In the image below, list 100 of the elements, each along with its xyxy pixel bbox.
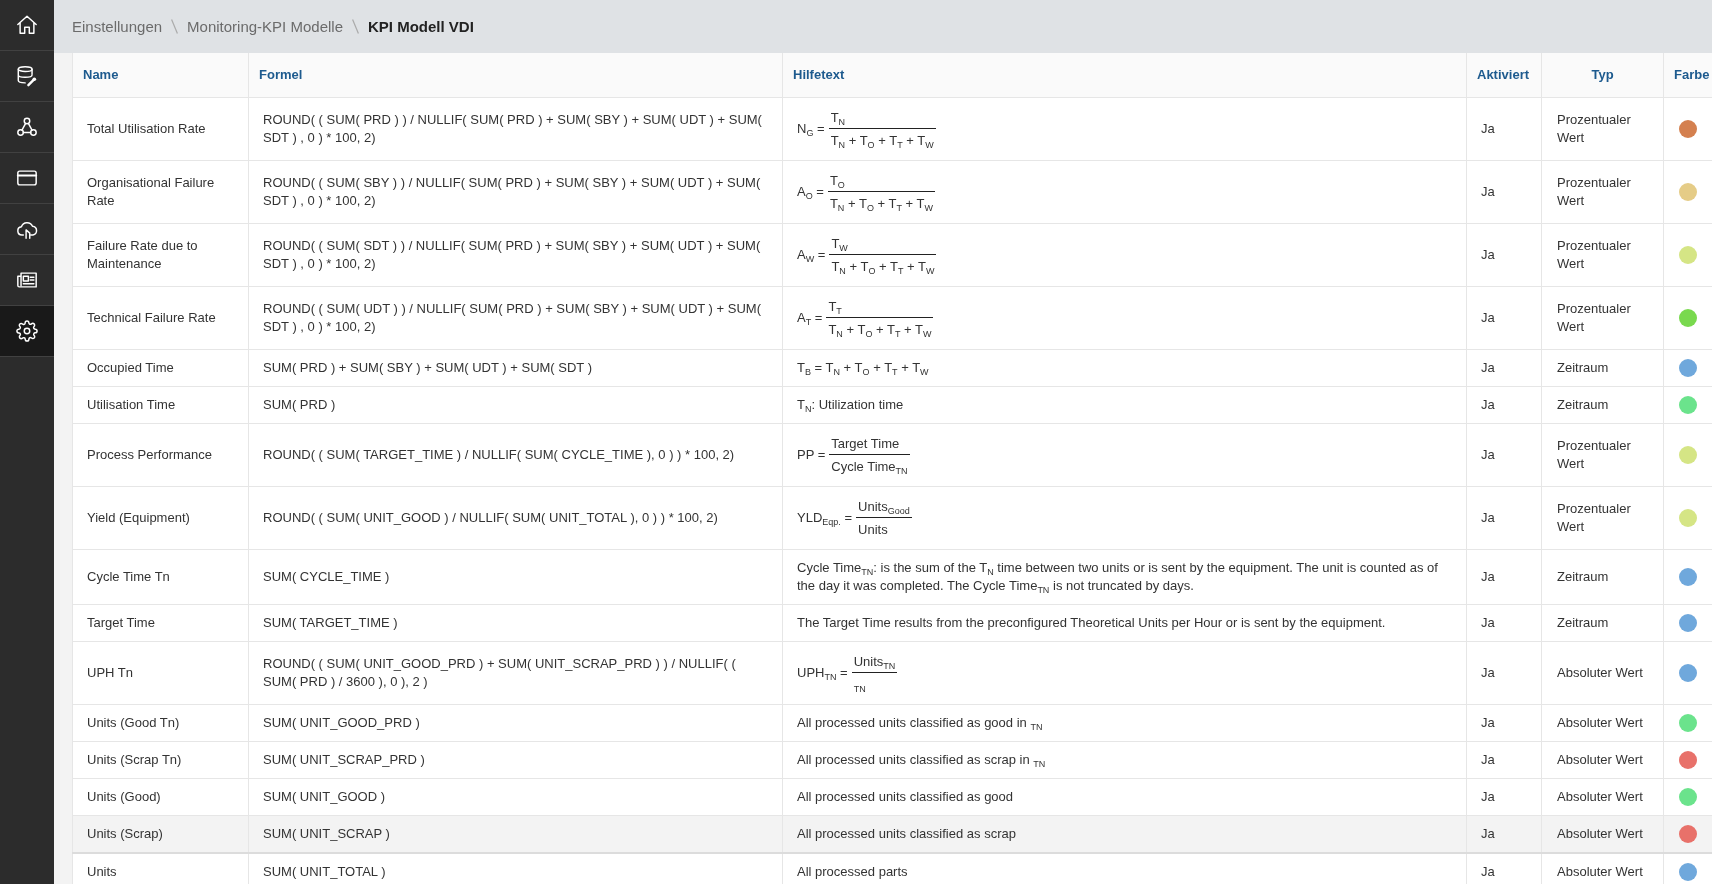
home-icon — [16, 14, 38, 36]
type-cell: Prozentualer Wert — [1557, 174, 1631, 208]
table-row[interactable]: Technical Failure Rate ROUND( ( SUM( UDT ) ) / NULLIF( SUM( PRD ) + SUM( SBY ) + SUM( UDT ) + SUM( SDT ) , 0 ) * 100, 2) A$_{T}$ = T$_{T}$ T$_{N}$ + T$_{O}$ + T$_{T}$ + T$_{W}$ Ja Prozentualer Wert — [72, 286, 1712, 349]
activated-cell: Ja — [1481, 568, 1495, 584]
activated-cell: Ja — [1481, 664, 1495, 680]
formula-cell: ROUND( ( SUM( TARGET_TIME ) / NULLIF( SUM( CYCLE_TIME ), 0 ) ) * 100, 2) — [263, 446, 735, 462]
type-cell: Prozentualer Wert — [1557, 111, 1631, 145]
help-formula: A$_{W}$ = T$_{W}$ T$_{N}$ + T$_{O}$ + T$_{T}$ + T$_{W}$ — [797, 234, 937, 275]
column-header[interactable]: Hilfetext — [793, 67, 845, 83]
help-text: The Target Time results from the preconfigured Theoretical Units per Hour or is sent by the equipment. — [797, 614, 1386, 630]
table-row[interactable] — [72, 549, 1712, 604]
formula-cell: SUM( UNIT_GOOD_PRD ) — [263, 714, 420, 730]
activated-cell: Ja — [1481, 788, 1495, 804]
table-row[interactable]: Target Time SUM( TARGET_TIME ) The Target Time results from the preconfigured Theoretical Units per Hour or is sent by the equipment. Ja Zeitraum — [72, 604, 1712, 641]
formula-cell: SUM( CYCLE_TIME ) — [263, 568, 390, 584]
formula-cell: ROUND( ( SUM( SDT ) ) / NULLIF( SUM( PRD ) + SUM( SBY ) + SUM( UDT ) + SUM( SDT ) , 0 ) * 100, 2) — [263, 237, 761, 271]
type-cell: Prozentualer Wert — [1557, 237, 1631, 271]
activated-cell: Ja — [1481, 359, 1495, 375]
type-cell: Zeitraum — [1557, 614, 1609, 630]
name-cell: Failure Rate due to Maintenance — [87, 237, 198, 271]
table-row[interactable]: Units (Good Tn) SUM( UNIT_GOOD_PRD ) All processed units classified as good in $_{TN}$ Ja Absoluter Wert — [72, 704, 1712, 741]
table-row[interactable]: Units (Scrap Tn) SUM( UNIT_SCRAP_PRD ) All processed units classified as scrap in $_{TN}$ Ja Absoluter Wert — [72, 741, 1712, 778]
type-cell: Prozentualer Wert — [1557, 500, 1631, 534]
card-icon — [16, 167, 38, 189]
help-text: T$_{B}$ = T$_{N}$ + T$_{O}$ + T$_{T}$ + T$_{W}$ — [797, 359, 929, 375]
activated-cell: Ja — [1481, 825, 1495, 841]
name-cell: Units (Scrap Tn) — [87, 751, 182, 767]
table-row[interactable]: Total Utilisation Rate ROUND( ( SUM( PRD ) ) / NULLIF( SUM( PRD ) + SUM( SBY ) + SUM( UDT ) + SUM( SDT ) , 0 ) * 100, 2) N$_{G}$ = T$_{N}$ T$_{N}$ + T$_{O}$ + T$_{T}$ + T$_{W}$ Ja Prozentualer Wert — [72, 97, 1712, 160]
database-wrench-icon — [16, 65, 38, 87]
name-cell: Total Utilisation Rate — [87, 120, 206, 136]
type-cell: Zeitraum — [1557, 568, 1609, 584]
table-row[interactable] — [72, 223, 1712, 286]
table-row[interactable]: Process Performance ROUND( ( SUM( TARGET_TIME ) / NULLIF( SUM( CYCLE_TIME ), 0 ) ) * 100, 2) PP = Target Time Cycle Time$_{TN}$ Ja Prozentualer Wert — [72, 423, 1712, 486]
breadcrumb-link[interactable]: Einstellungen — [72, 18, 163, 35]
table-row[interactable]: Occupied Time SUM( PRD ) + SUM( SBY ) + SUM( UDT ) + SUM( SDT ) T$_{B}$ = T$_{N}$ + T$_{O}$ + T$_{T}$ + T$_{W}$ Ja Zeitraum — [72, 349, 1712, 386]
table-row[interactable]: Units SUM( UNIT_TOTAL ) All processed parts Ja Absoluter Wert — [72, 852, 1712, 884]
help-formula: A$_{T}$ = T$_{T}$ T$_{N}$ + T$_{O}$ + T$_{T}$ + T$_{W}$ — [797, 297, 934, 338]
table-row[interactable]: Units (Scrap) SUM( UNIT_SCRAP ) All processed units classified as scrap Ja Absoluter Wert — [72, 815, 1712, 853]
column-header[interactable]: Typ — [1591, 67, 1614, 83]
activated-cell: Ja — [1481, 714, 1495, 730]
name-cell: Units (Scrap) — [87, 825, 163, 841]
activated-cell: Ja — [1481, 751, 1495, 767]
help-text: T$_{N}$: Utilization time — [797, 396, 904, 412]
column-header[interactable]: Formel — [259, 67, 303, 83]
table-row[interactable]: Utilisation Time SUM( PRD ) T$_{N}$: Utilization time Ja Zeitraum — [72, 386, 1712, 423]
breadcrumb-current: KPI Modell VDI — [368, 18, 474, 35]
settings-icon — [16, 320, 38, 342]
name-cell: Units (Good Tn) — [87, 714, 180, 730]
help-text: Cycle Time$_{TN}$: is the sum of the T$_{N}$ time between two units or is sent by the equipment. The unit is counted as of the day it was completed. The Cycle Time$_{TN}$ is not truncated by days. — [797, 559, 1438, 593]
name-cell: Utilisation Time — [87, 396, 176, 412]
formula-cell: ROUND( ( SUM( SBY ) ) / NULLIF( SUM( PRD ) + SUM( SBY ) + SUM( UDT ) + SUM( SDT ) , 0 ) * 100, 2) — [263, 174, 761, 208]
help-formula: YLD$_{Eqp.}$ = Units$_{Good}$ Units — [797, 497, 912, 538]
help-formula: N$_{G}$ = T$_{N}$ T$_{N}$ + T$_{O}$ + T$_{T}$ + T$_{W}$ — [797, 108, 936, 149]
formula-cell: SUM( UNIT_SCRAP_PRD ) — [263, 751, 425, 767]
activated-cell: Ja — [1481, 183, 1495, 199]
help-text: All processed units classified as good in $_{TN}$ — [797, 714, 1043, 730]
name-cell: Yield (Equipment) — [87, 509, 190, 525]
name-cell: UPH Tn — [87, 664, 133, 680]
activated-cell: Ja — [1481, 246, 1495, 262]
help-text: All processed units classified as scrap in $_{TN}$ — [797, 751, 1046, 767]
formula-cell: SUM( UNIT_SCRAP ) — [263, 825, 390, 841]
column-header[interactable]: Name — [83, 67, 119, 83]
type-cell: Zeitraum — [1557, 359, 1609, 375]
formula-cell: SUM( TARGET_TIME ) — [263, 614, 398, 630]
breadcrumb-link[interactable]: Monitoring-KPI Modelle — [187, 18, 343, 35]
type-cell: Prozentualer Wert — [1557, 300, 1631, 334]
type-cell: Zeitraum — [1557, 396, 1609, 412]
type-cell: Absoluter Wert — [1557, 863, 1643, 879]
newspaper-icon — [16, 269, 38, 291]
help-text: All processed units classified as good — [797, 788, 1014, 804]
formula-cell: SUM( UNIT_GOOD ) — [263, 788, 386, 804]
breadcrumb-separator-icon — [171, 19, 179, 34]
breadcrumb-separator-icon — [352, 19, 359, 34]
table-row[interactable]: Units (Good) SUM( UNIT_GOOD ) All processed units classified as good Ja Absoluter Wert — [72, 778, 1712, 815]
help-formula: PP = Target Time Cycle Time$_{TN}$ — [797, 434, 910, 475]
name-cell: Cycle Time Tn — [87, 568, 170, 584]
name-cell: Technical Failure Rate — [87, 309, 216, 325]
activated-cell: Ja — [1481, 309, 1495, 325]
formula-cell: ROUND( ( SUM( PRD ) ) / NULLIF( SUM( PRD ) + SUM( SBY ) + SUM( UDT ) + SUM( SDT ) , 0 ) * 100, 2) — [263, 111, 762, 145]
name-cell: Units (Good) — [87, 788, 161, 804]
type-cell: Absoluter Wert — [1557, 751, 1643, 767]
formula-cell: SUM( PRD ) + SUM( SBY ) + SUM( UDT ) + SUM( SDT ) — [263, 359, 592, 375]
formula-cell: ROUND( ( SUM( UNIT_GOOD ) / NULLIF( SUM( UNIT_TOTAL ), 0 ) ) * 100, 2) — [263, 509, 718, 525]
type-cell: Absoluter Wert — [1557, 825, 1643, 841]
name-cell: Process Performance — [87, 446, 212, 462]
activated-cell: Ja — [1481, 120, 1495, 136]
table-row[interactable] — [72, 160, 1712, 223]
network-nodes-icon — [16, 116, 38, 138]
activated-cell: Ja — [1481, 614, 1495, 630]
help-text: All processed parts — [797, 863, 908, 879]
type-cell: Absoluter Wert — [1557, 788, 1643, 804]
name-cell: Occupied Time — [87, 359, 174, 375]
name-cell: Target Time — [87, 614, 155, 630]
help-formula: A$_{O}$ = T$_{O}$ T$_{N}$ + T$_{O}$ + T$_{T}$ + T$_{W}$ — [797, 171, 935, 212]
activated-cell: Ja — [1481, 396, 1495, 412]
activated-cell: Ja — [1481, 446, 1495, 462]
table-row[interactable]: Yield (Equipment) ROUND( ( SUM( UNIT_GOOD ) / NULLIF( SUM( UNIT_TOTAL ), 0 ) ) * 100, 2) YLD$_{Eqp.}$ = Units$_{Good}$ Units Ja Prozentualer Wert — [72, 486, 1712, 549]
name-cell: Organisational Failure Rate — [87, 174, 215, 208]
formula-cell: SUM( UNIT_TOTAL ) — [263, 863, 386, 879]
sidebar-button[interactable] — [0, 306, 54, 357]
